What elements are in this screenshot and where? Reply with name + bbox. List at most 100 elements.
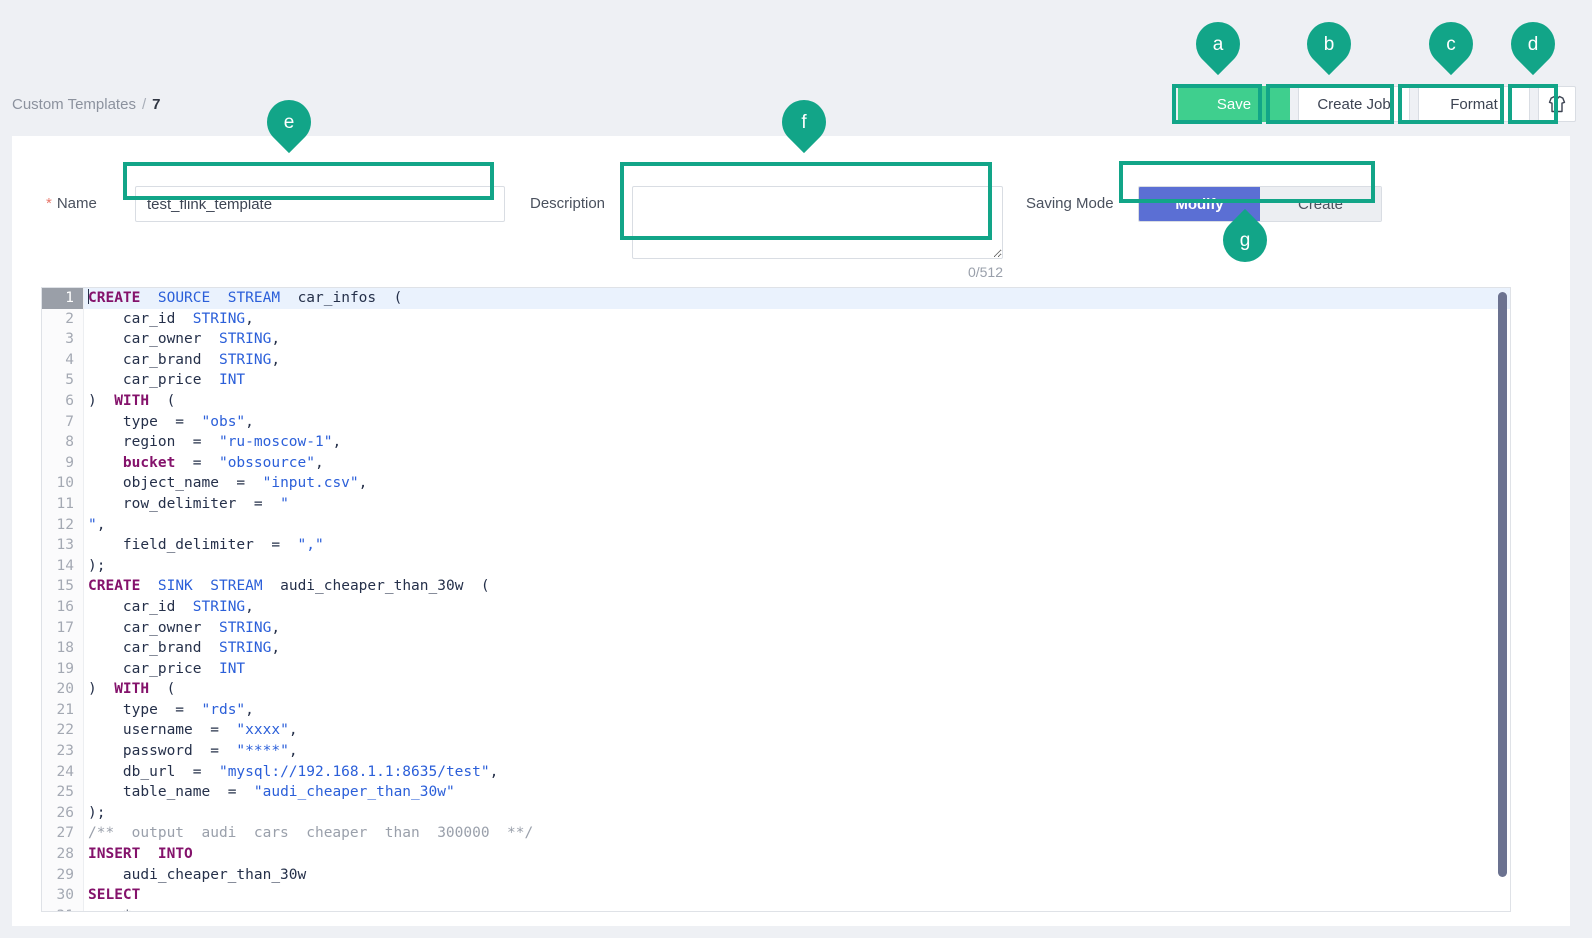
- save-button[interactable]: Save: [1178, 86, 1290, 122]
- code-line-text[interactable]: db_url = "mysql://192.168.1.1:8635/test"…: [84, 762, 498, 783]
- create-job-button[interactable]: Create Job: [1298, 86, 1410, 122]
- pin-letter-b: b: [1323, 34, 1335, 55]
- line-number: 2: [42, 308, 84, 330]
- description-char-counter: 0/512: [967, 264, 1003, 280]
- code-line-text[interactable]: region = "ru-moscow-1",: [84, 432, 341, 453]
- line-number: 19: [42, 658, 84, 680]
- code-line-text[interactable]: username = "xxxx",: [84, 720, 298, 741]
- code-line[interactable]: 25 table_name = "audi_cheaper_than_30w": [42, 782, 1510, 803]
- code-line[interactable]: 21 type = "rds",: [42, 699, 1510, 721]
- name-label: * Name: [46, 186, 97, 222]
- code-line[interactable]: 9 bucket = "obssource",: [42, 452, 1510, 474]
- code-line[interactable]: 20) WITH (: [42, 679, 1510, 700]
- sql-code-editor[interactable]: 1 CREATE SOURCE STREAM car_infos (2 car_i…: [41, 287, 1511, 912]
- code-line-text[interactable]: ) WITH (: [84, 679, 175, 700]
- editor-vertical-scrollbar[interactable]: [1498, 292, 1507, 877]
- code-line[interactable]: 12 ",: [42, 514, 1510, 536]
- line-number: 22: [42, 720, 84, 742]
- format-button[interactable]: Format: [1418, 86, 1530, 122]
- code-line-text[interactable]: car_brand STRING,: [84, 350, 280, 371]
- code-line-text[interactable]: bucket = "obssource",: [84, 453, 324, 474]
- code-line[interactable]: 2 car_id STRING,: [42, 308, 1510, 330]
- saving-mode-label: Saving Mode: [1026, 195, 1114, 212]
- code-line-text[interactable]: type = "rds",: [84, 700, 254, 721]
- code-line-text[interactable]: car_id STRING,: [84, 309, 254, 330]
- annotation-marker-b: b: [1297, 12, 1361, 80]
- code-line-text[interactable]: type = "obs",: [84, 412, 254, 433]
- code-line[interactable]: 22 username = "xxxx",: [42, 720, 1510, 742]
- annotation-marker-e: e: [257, 90, 321, 158]
- code-line-text[interactable]: car_brand STRING,: [84, 638, 280, 659]
- code-line[interactable]: 4 car_brand STRING,: [42, 349, 1510, 371]
- code-line[interactable]: 29 audi_cheaper_than_30w: [42, 864, 1510, 886]
- line-number: 11: [42, 493, 84, 515]
- code-line-text[interactable]: );: [84, 556, 105, 577]
- code-line[interactable]: 28 INSERT INTO: [42, 844, 1510, 865]
- code-line-text[interactable]: car_price INT: [84, 370, 245, 391]
- code-line-text[interactable]: row_delimiter = ": [84, 494, 289, 515]
- code-line[interactable]: 26);: [42, 802, 1510, 824]
- line-number: 10: [42, 473, 84, 494]
- code-line[interactable]: 17 car_owner STRING,: [42, 617, 1510, 639]
- code-line[interactable]: 14);: [42, 555, 1510, 577]
- code-line[interactable]: 7 type = "obs",: [42, 411, 1510, 433]
- name-input[interactable]: [135, 186, 505, 222]
- code-line[interactable]: 3 car_owner STRING,: [42, 329, 1510, 350]
- code-line-text[interactable]: car_owner STRING,: [84, 329, 280, 350]
- code-line-text[interactable]: car_owner STRING,: [84, 618, 280, 639]
- code-line[interactable]: 30 SELECT: [42, 885, 1510, 906]
- annotation-marker-c: c: [1419, 12, 1483, 80]
- code-line-text[interactable]: password = "****",: [84, 741, 298, 762]
- code-line-text[interactable]: CREATE SINK STREAM audi_cheaper_than_30w…: [84, 576, 490, 597]
- theme-button[interactable]: [1538, 86, 1576, 122]
- code-line-text[interactable]: table_name = "audi_cheaper_than_30w": [84, 782, 455, 803]
- code-line-text[interactable]: /** output audi cars cheaper than 300000…: [84, 823, 533, 844]
- code-line-text[interactable]: field_delimiter = ",": [84, 535, 324, 556]
- line-number: 28: [42, 844, 84, 865]
- pin-letter-f: f: [801, 112, 807, 133]
- code-line[interactable]: 16 car_id STRING,: [42, 596, 1510, 618]
- line-number: 6: [42, 390, 84, 412]
- line-number: 27: [42, 823, 84, 845]
- code-line[interactable]: 27/** output audi cars cheaper than 3000…: [42, 823, 1510, 845]
- line-number: 16: [42, 596, 84, 618]
- line-number: 8: [42, 432, 84, 453]
- line-number: 23: [42, 741, 84, 762]
- code-line[interactable]: 15 CREATE SINK STREAM audi_cheaper_than_3…: [42, 576, 1510, 597]
- code-line[interactable]: 5 car_price INT: [42, 370, 1510, 391]
- code-line-text[interactable]: );: [84, 803, 105, 824]
- code-line[interactable]: 8 region = "ru-moscow-1",: [42, 432, 1510, 453]
- code-line[interactable]: 6) WITH (: [42, 390, 1510, 412]
- annotation-marker-f: f: [772, 90, 836, 158]
- pin-letter-d: d: [1527, 34, 1539, 55]
- code-line[interactable]: 11 row_delimiter = ": [42, 493, 1510, 515]
- code-line-text[interactable]: SELECT: [84, 885, 140, 906]
- name-label-text: Name: [56, 195, 97, 212]
- description-input[interactable]: [632, 186, 1003, 259]
- breadcrumb-parent[interactable]: Custom Templates: [12, 96, 136, 113]
- code-line-text[interactable]: CREATE SOURCE STREAM car_infos (: [84, 288, 402, 309]
- code-scroll-area[interactable]: 1 CREATE SOURCE STREAM car_infos (2 car_i…: [42, 288, 1510, 911]
- code-line-text[interactable]: object_name = "input.csv",: [84, 473, 367, 494]
- saving-mode-option-create[interactable]: Create: [1260, 187, 1381, 221]
- code-line[interactable]: 24 db_url = "mysql://192.168.1.1:8635/te…: [42, 761, 1510, 783]
- code-line[interactable]: 31 *: [42, 905, 1510, 911]
- annotation-marker-a: a: [1186, 12, 1250, 80]
- line-number: 17: [42, 617, 84, 639]
- code-line-text[interactable]: ",: [84, 515, 105, 536]
- line-number: 24: [42, 761, 84, 783]
- code-line[interactable]: 19 car_price INT: [42, 658, 1510, 680]
- code-line-text[interactable]: ) WITH (: [84, 391, 175, 412]
- code-line-text[interactable]: INSERT INTO: [84, 844, 193, 865]
- line-number: 30: [42, 885, 84, 906]
- code-line[interactable]: 13 field_delimiter = ",": [42, 535, 1510, 556]
- code-line-text[interactable]: *: [84, 906, 132, 911]
- code-line[interactable]: 23 password = "****",: [42, 741, 1510, 762]
- code-line-text[interactable]: car_price INT: [84, 659, 245, 680]
- line-number: 29: [42, 864, 84, 886]
- code-line[interactable]: 18 car_brand STRING,: [42, 638, 1510, 659]
- code-line-text[interactable]: audi_cheaper_than_30w: [84, 865, 306, 886]
- code-line-text[interactable]: car_id STRING,: [84, 597, 254, 618]
- code-line[interactable]: 10 object_name = "input.csv",: [42, 473, 1510, 494]
- code-line[interactable]: 1 CREATE SOURCE STREAM car_infos (: [42, 288, 1510, 309]
